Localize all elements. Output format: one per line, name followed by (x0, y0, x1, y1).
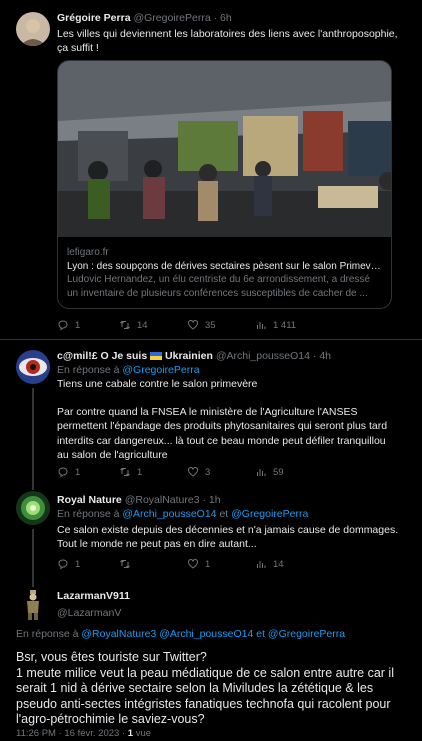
mention-link[interactable]: @GregoirePerra (122, 364, 199, 376)
mention-link[interactable]: @GregoirePerra (268, 628, 345, 640)
views-button[interactable]: 59 (255, 466, 284, 478)
card-image (58, 61, 391, 237)
author-name[interactable]: LazarmanV911 (57, 589, 400, 603)
tweet-header: c@mil!£ O Je suis Ukrainien @Archi_pouss… (57, 350, 331, 362)
thread-line (32, 529, 34, 579)
views-label: vue (135, 728, 152, 739)
mention-link[interactable]: @Archi_pousseO14 (122, 508, 216, 520)
retweet-button[interactable] (119, 558, 137, 570)
tweet-text: Les villes qui deviennent les laboratoir… (57, 28, 398, 55)
author-handle[interactable]: @LazarmanV (57, 606, 400, 620)
author-name[interactable]: Grégoire Perra (57, 12, 131, 24)
tweet-text: Par contre quand la FNSEA le ministère d… (57, 406, 388, 461)
link-card[interactable]: lefigaro.fr Lyon : des soupçons de dériv… (57, 60, 392, 309)
tweet-actions: 1 1 14 (57, 558, 412, 572)
views-icon (257, 561, 266, 568)
avatar[interactable] (16, 491, 50, 525)
views-icon (257, 469, 266, 476)
retweet-icon (120, 320, 130, 330)
like-button[interactable]: 35 (187, 319, 216, 331)
card-domain: lefigaro.fr (67, 247, 109, 258)
tweet-3[interactable]: Royal Nature @RoyalNature3 · 1h En répon… (0, 482, 422, 579)
author-handle[interactable]: @Archi_pousseO14 (216, 350, 310, 362)
tweet-text: Ce salon existe depuis des décennies et … (57, 524, 399, 551)
tweet-meta: 11:26 PM · 16 févr. 2023 · 1 vue (16, 728, 151, 739)
main-tweet-text: Bsr, vous êtes touriste sur Twitter? 1 m… (16, 650, 394, 726)
tweet-time[interactable]: 1h (209, 494, 221, 506)
retweet-icon (120, 559, 130, 569)
like-icon (187, 319, 199, 330)
reply-icon (58, 467, 68, 478)
avatar[interactable] (16, 12, 50, 46)
mention-link[interactable]: @RoyalNature3 (81, 628, 156, 640)
avatar[interactable] (16, 350, 50, 384)
avatar[interactable] (16, 587, 50, 621)
reply-button[interactable]: 1 (57, 466, 80, 478)
mention-link[interactable]: @Archi_pousseO14 (159, 628, 253, 640)
card-description: Ludovic Hernandez, un élu centriste du 6… (67, 274, 370, 299)
ukraine-flag-icon (150, 352, 163, 360)
author-handle[interactable]: @GregoirePerra (133, 12, 210, 24)
views-button[interactable]: 14 (255, 558, 284, 570)
like-button[interactable]: 1 (187, 558, 210, 570)
retweet-icon (120, 467, 130, 477)
card-title: Lyon : des soupçons de dérives sectaires… (67, 260, 383, 272)
tweet-header: Royal Nature @RoyalNature3 · 1h (57, 494, 221, 506)
reply-icon (58, 320, 68, 331)
author-name-suffix: Ukrainien (165, 350, 213, 362)
tweet-1[interactable]: Grégoire Perra @GregoirePerra · 6h Les v… (0, 0, 422, 340)
like-button[interactable]: 3 (187, 466, 210, 478)
thread-line (32, 388, 34, 482)
tweet-2[interactable]: c@mil!£ O Je suis Ukrainien @Archi_pouss… (0, 340, 422, 482)
retweet-button[interactable]: 1 (119, 466, 142, 478)
reply-icon (58, 559, 68, 570)
thread-line (32, 579, 34, 587)
views-icon (257, 322, 266, 329)
tweet-timestamp[interactable]: 11:26 PM · 16 févr. 2023 · (16, 728, 125, 739)
retweet-button[interactable]: 14 (119, 319, 148, 331)
views-button[interactable]: 1 411 (255, 319, 296, 331)
tweet-text: Tiens une cabale contre le salon primevè… (57, 378, 258, 390)
tweet-actions: 1 1 3 59 (57, 466, 412, 480)
like-icon (187, 466, 199, 477)
tweet-actions: 1 14 35 1 411 (57, 319, 412, 333)
mention-link[interactable]: @GregoirePerra (231, 508, 308, 520)
reply-context: En réponse à @Archi_pousseO14 et @Gregoi… (57, 508, 309, 520)
reply-button[interactable]: 1 (57, 558, 80, 570)
like-icon (187, 558, 199, 569)
author-name[interactable]: Royal Nature (57, 494, 122, 506)
views-count: 1 (127, 728, 134, 739)
reply-context: En réponse à @RoyalNature3 @Archi_pousse… (16, 628, 346, 640)
reply-context: En réponse à @GregoirePerra (57, 364, 200, 376)
tweet-header: Grégoire Perra @GregoirePerra · 6h (57, 12, 232, 24)
tweet-time[interactable]: 6h (220, 12, 232, 24)
author-name[interactable]: c@mil!£ O Je suis (57, 350, 147, 362)
tweet-time[interactable]: 4h (319, 350, 331, 362)
author-handle[interactable]: @RoyalNature3 (125, 494, 200, 506)
reply-button[interactable]: 1 (57, 319, 80, 331)
thread-line (32, 482, 34, 490)
